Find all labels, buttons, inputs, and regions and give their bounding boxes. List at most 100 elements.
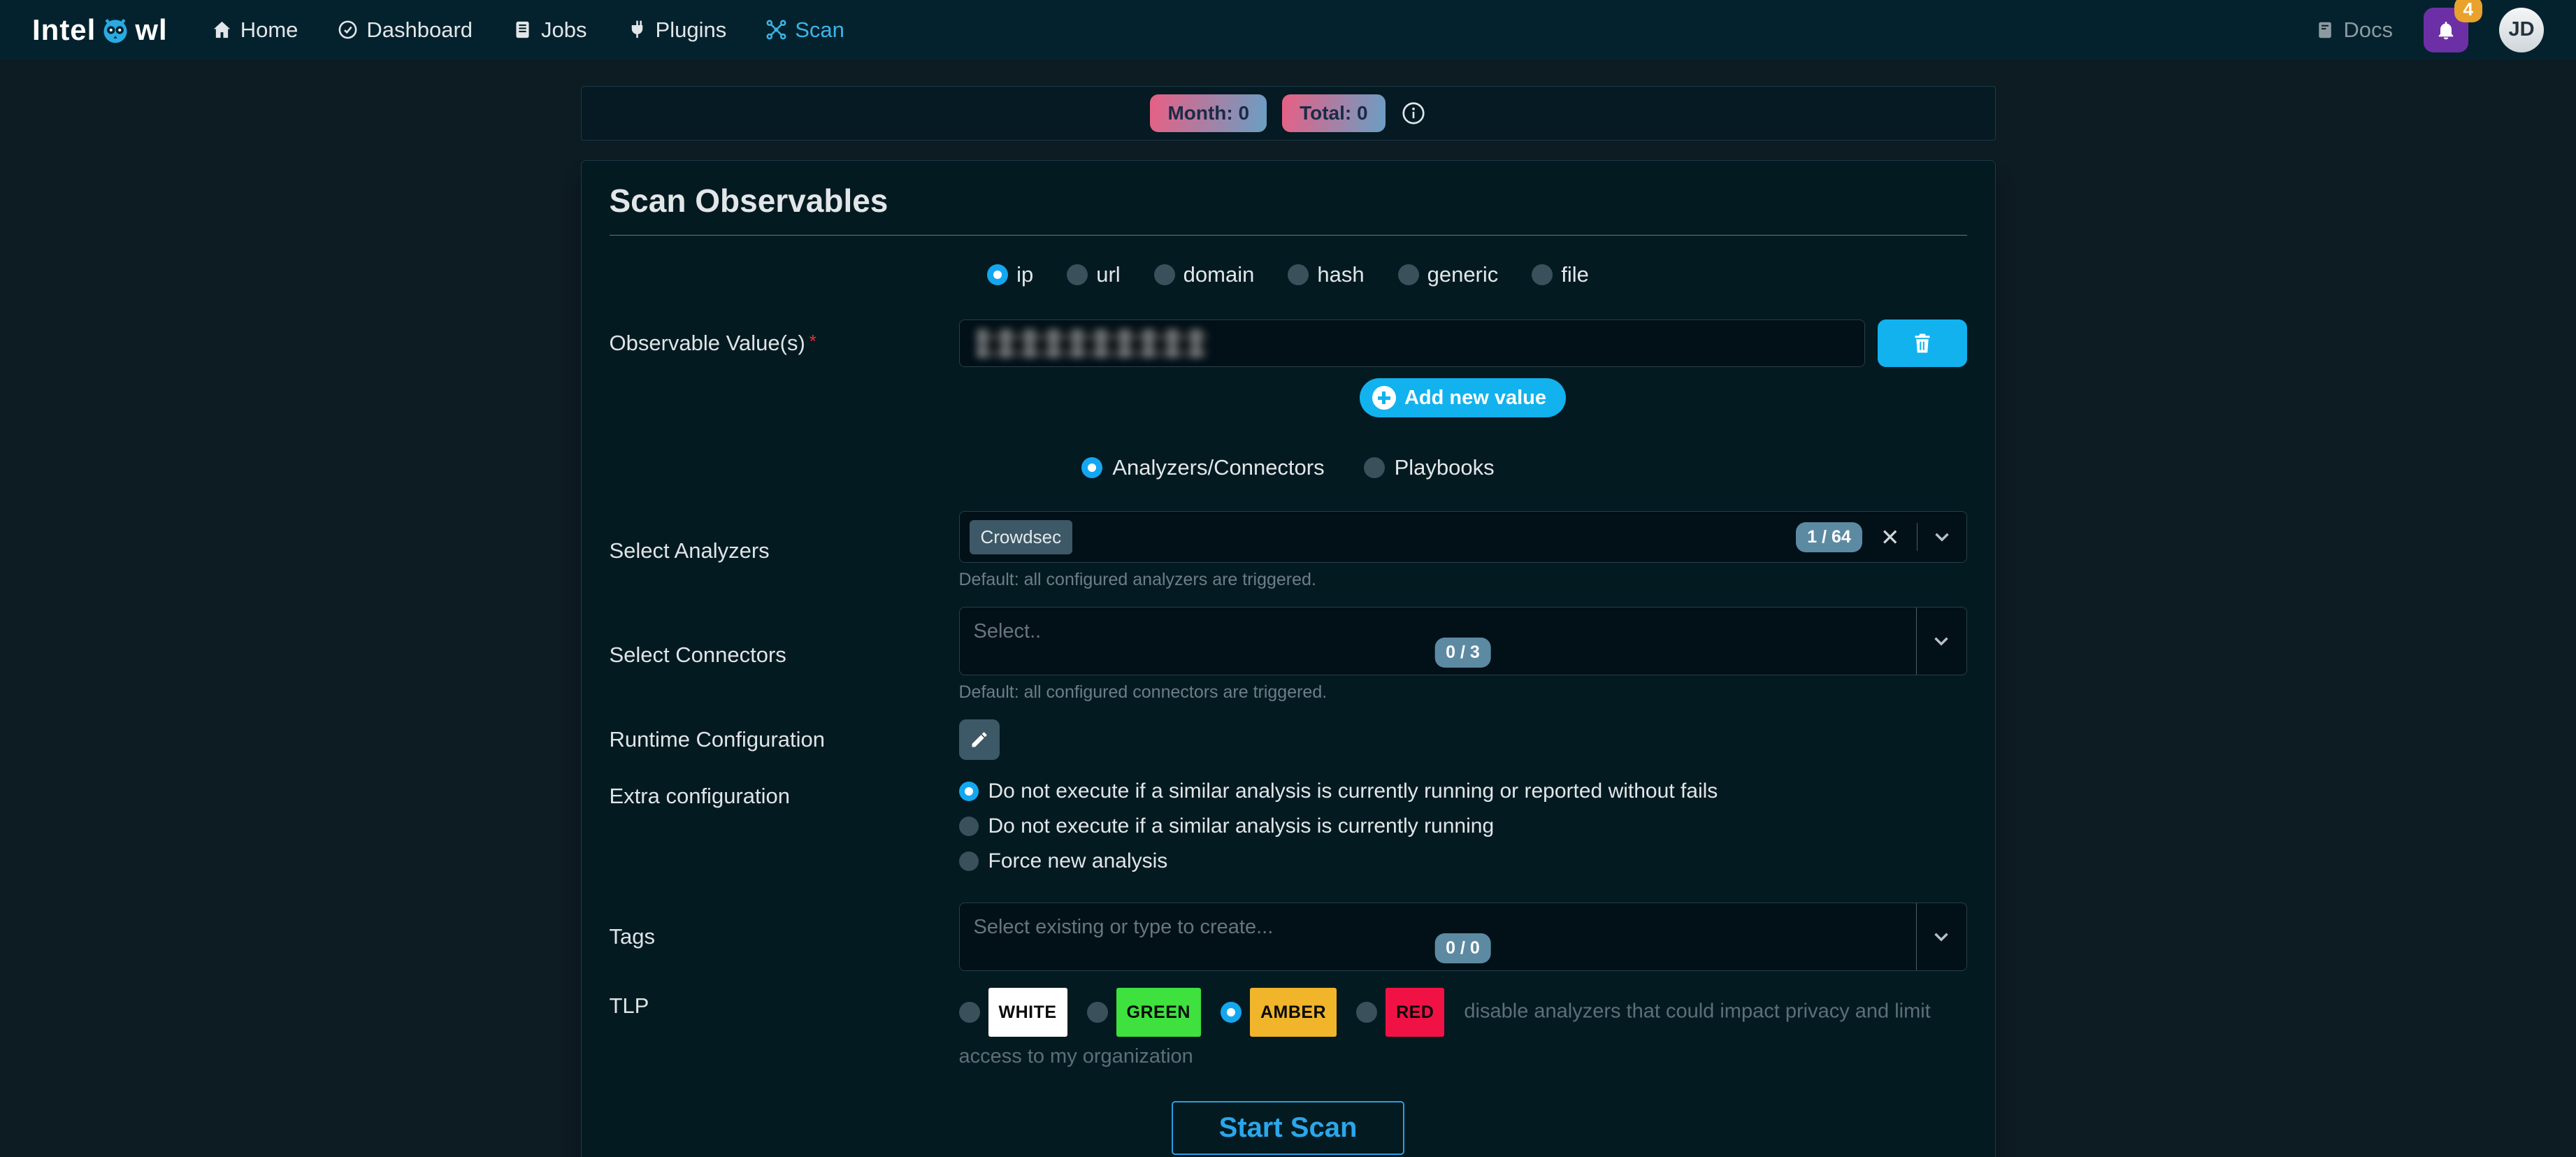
radio-tlp-white[interactable] <box>959 1002 980 1023</box>
tlp-label: TLP <box>610 988 959 1019</box>
notifications-count-badge: 4 <box>2454 0 2482 22</box>
redacted-value <box>977 329 1207 358</box>
observable-value-input[interactable] <box>959 319 1865 367</box>
owl-icon <box>100 15 131 45</box>
total-count-badge: Total: 0 <box>1282 94 1385 132</box>
tlp-option-amber[interactable]: AMBER <box>1221 988 1337 1037</box>
nav-item-scan[interactable]: Scan <box>765 17 844 43</box>
add-value-row: Add new value <box>610 367 1967 455</box>
mode-analyzers-connectors[interactable]: Analyzers/Connectors <box>1081 455 1324 480</box>
tlp-tag-white: WHITE <box>988 988 1067 1037</box>
radio-url[interactable] <box>1067 264 1088 285</box>
jobs-icon <box>512 19 533 41</box>
scan-form-card: Scan Observables ip url domain hash <box>581 160 1996 1157</box>
mode-playbooks[interactable]: Playbooks <box>1364 455 1495 480</box>
navbar-right: Docs 4 JD <box>2315 8 2544 52</box>
extra-config-row: Extra configuration Do not execute if a … <box>610 779 1967 873</box>
nav-item-plugins[interactable]: Plugins <box>626 17 727 43</box>
tlp-option-green[interactable]: GREEN <box>1087 988 1201 1037</box>
chevron-down-icon <box>1929 629 1953 653</box>
clear-icon[interactable]: ✕ <box>1880 526 1900 549</box>
title-divider <box>610 235 1967 236</box>
analyzers-multiselect[interactable]: Crowdsec 1 / 64 ✕ <box>959 511 1967 563</box>
plus-circle-icon <box>1372 386 1396 410</box>
add-new-value-button[interactable]: Add new value <box>1360 378 1566 417</box>
mode-label: Playbooks <box>1395 455 1495 480</box>
info-icon[interactable] <box>1401 101 1426 126</box>
radio-ip[interactable] <box>987 264 1008 285</box>
nav-item-jobs[interactable]: Jobs <box>512 17 587 43</box>
trash-icon <box>1910 331 1935 356</box>
remove-value-button[interactable] <box>1878 319 1967 367</box>
tlp-option-red[interactable]: RED <box>1356 988 1444 1037</box>
plugins-icon <box>626 19 648 41</box>
tags-label: Tags <box>610 924 959 949</box>
docs-icon <box>2315 20 2336 41</box>
radio-domain[interactable] <box>1154 264 1175 285</box>
observable-type-radios: ip url domain hash generic file <box>610 262 1967 287</box>
tlp-option-white[interactable]: WHITE <box>959 988 1067 1037</box>
type-option-domain[interactable]: domain <box>1154 262 1255 287</box>
radio-analyzers-connectors[interactable] <box>1081 457 1102 478</box>
tags-multiselect[interactable]: Select existing or type to create... 0 /… <box>959 903 1967 971</box>
runtime-config-row: Runtime Configuration <box>610 719 1967 760</box>
type-option-hash[interactable]: hash <box>1288 262 1364 287</box>
radio-generic[interactable] <box>1398 264 1419 285</box>
radio-no-exec-reported[interactable] <box>959 782 979 801</box>
observable-value-row: Observable Value(s)* <box>610 319 1967 367</box>
select-connectors-row: Select Connectors Select.. 0 / 3 Default… <box>610 607 1967 703</box>
nav-label: Scan <box>795 17 844 43</box>
pencil-icon <box>970 730 989 749</box>
extra-option-no-exec-reported[interactable]: Do not execute if a similar analysis is … <box>959 779 1967 803</box>
radio-tlp-amber[interactable] <box>1221 1002 1242 1023</box>
type-option-url[interactable]: url <box>1067 262 1120 287</box>
bell-icon <box>2435 19 2457 41</box>
dropdown-indicator[interactable] <box>1916 608 1966 675</box>
runtime-config-label: Runtime Configuration <box>610 727 959 752</box>
quota-stats-bar: Month: 0 Total: 0 <box>581 86 1996 141</box>
dropdown-indicator[interactable] <box>1916 903 1966 970</box>
radio-hash[interactable] <box>1288 264 1309 285</box>
extra-option-force-new[interactable]: Force new analysis <box>959 849 1967 873</box>
type-option-file[interactable]: file <box>1532 262 1589 287</box>
tlp-row: TLP WHITE GREEN AMBER RED disable analyz… <box>610 988 1967 1076</box>
main-content: Month: 0 Total: 0 Scan Observables ip ur… <box>581 86 1996 1157</box>
brand-text-intel: Intel <box>32 13 96 47</box>
connectors-multiselect[interactable]: Select.. 0 / 3 <box>959 607 1967 675</box>
analyzers-count-badge: 1 / 64 <box>1796 522 1862 552</box>
dashboard-icon <box>337 19 359 41</box>
connectors-helper-text: Default: all configured connectors are t… <box>959 682 1967 703</box>
type-option-ip[interactable]: ip <box>987 262 1033 287</box>
radio-file[interactable] <box>1532 264 1553 285</box>
edit-runtime-config-button[interactable] <box>959 719 1000 760</box>
docs-link[interactable]: Docs <box>2315 17 2393 43</box>
extra-option-label: Do not execute if a similar analysis is … <box>988 779 1718 803</box>
mode-label: Analyzers/Connectors <box>1112 455 1324 480</box>
notifications-button[interactable]: 4 <box>2424 8 2468 52</box>
add-button-label: Add new value <box>1404 387 1546 410</box>
connectors-count-badge: 0 / 3 <box>1434 638 1491 668</box>
radio-tlp-red[interactable] <box>1356 1002 1377 1023</box>
tags-row: Tags Select existing or type to create..… <box>610 903 1967 971</box>
page-title: Scan Observables <box>610 182 1967 220</box>
label-text: Observable Value(s) <box>610 331 805 355</box>
tlp-tag-green: GREEN <box>1116 988 1201 1037</box>
radio-tlp-green[interactable] <box>1087 1002 1108 1023</box>
intelowl-logo[interactable]: Intel wl <box>32 13 168 47</box>
radio-playbooks[interactable] <box>1364 457 1385 478</box>
nav-item-dashboard[interactable]: Dashboard <box>337 17 473 43</box>
nav-label: Dashboard <box>366 17 473 43</box>
nav-item-home[interactable]: Home <box>211 17 298 43</box>
extra-option-no-exec-running[interactable]: Do not execute if a similar analysis is … <box>959 814 1967 838</box>
start-scan-button[interactable]: Start Scan <box>1172 1101 1405 1155</box>
type-label: file <box>1561 262 1589 287</box>
avatar[interactable]: JD <box>2499 8 2544 52</box>
radio-no-exec-running[interactable] <box>959 817 979 836</box>
type-option-generic[interactable]: generic <box>1398 262 1499 287</box>
type-label: domain <box>1183 262 1255 287</box>
extra-option-label: Force new analysis <box>988 849 1168 873</box>
selected-analyzer-chip: Crowdsec <box>970 520 1073 554</box>
docs-label: Docs <box>2343 17 2393 43</box>
radio-force-new[interactable] <box>959 851 979 871</box>
chevron-down-icon[interactable] <box>1930 525 1954 549</box>
